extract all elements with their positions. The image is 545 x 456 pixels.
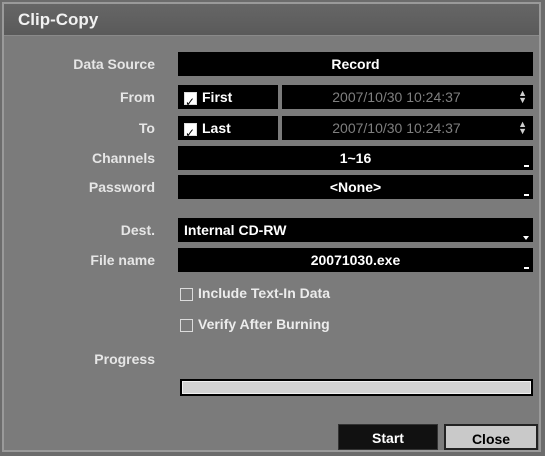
include-text-in-checkbox[interactable] bbox=[180, 287, 193, 301]
from-label: From bbox=[120, 89, 155, 105]
to-datetime-value: 2007/10/30 10:24:37 bbox=[332, 120, 461, 136]
to-label: To bbox=[138, 120, 155, 136]
start-button[interactable]: Start bbox=[338, 424, 438, 450]
edit-caret-icon bbox=[524, 194, 529, 196]
from-datetime-value: 2007/10/30 10:24:37 bbox=[332, 89, 461, 105]
from-first-label: First bbox=[202, 89, 233, 105]
from-first-toggle[interactable]: First bbox=[178, 85, 278, 114]
dest-label: Dest. bbox=[120, 222, 155, 238]
clip-copy-dialog: Clip-Copy Data Source Record From First … bbox=[2, 2, 541, 452]
progress-label: Progress bbox=[94, 351, 155, 367]
password-value: <None> bbox=[329, 179, 382, 195]
verify-after-burning-option[interactable]: Verify After Burning bbox=[180, 314, 330, 334]
edit-caret-icon bbox=[524, 165, 529, 167]
file-name-field[interactable]: 20071030.exe bbox=[178, 248, 533, 272]
verify-after-burning-label: Verify After Burning bbox=[198, 316, 330, 332]
from-first-checkbox[interactable] bbox=[184, 90, 197, 114]
progress-bar bbox=[180, 379, 533, 396]
to-last-toggle[interactable]: Last bbox=[178, 116, 278, 145]
channels-label: Channels bbox=[91, 150, 155, 166]
channels-field[interactable]: 1~16 bbox=[178, 146, 533, 170]
verify-after-burning-checkbox[interactable] bbox=[180, 318, 193, 332]
from-spinner-icon[interactable]: ▲ ▼ bbox=[518, 89, 527, 105]
dest-value: Internal CD-RW bbox=[184, 222, 287, 238]
to-spinner-icon[interactable]: ▲ ▼ bbox=[518, 120, 527, 136]
file-name-value: 20071030.exe bbox=[310, 252, 401, 268]
dest-dropdown[interactable]: Internal CD-RW bbox=[178, 218, 533, 242]
dropdown-arrow-icon bbox=[523, 236, 529, 240]
data-source-field[interactable]: Record bbox=[178, 52, 533, 76]
data-source-label: Data Source bbox=[73, 56, 155, 72]
password-field[interactable]: <None> bbox=[178, 175, 533, 199]
channels-value: 1~16 bbox=[339, 150, 372, 166]
close-button[interactable]: Close bbox=[444, 424, 538, 450]
to-last-label: Last bbox=[202, 120, 231, 136]
dialog-title: Clip-Copy bbox=[4, 4, 539, 36]
data-source-value: Record bbox=[331, 56, 380, 72]
to-last-checkbox[interactable] bbox=[184, 121, 197, 145]
file-name-label: File name bbox=[90, 252, 155, 268]
to-datetime-field[interactable]: 2007/10/30 10:24:37 ▲ ▼ bbox=[282, 116, 533, 140]
password-label: Password bbox=[88, 179, 155, 195]
from-datetime-field[interactable]: 2007/10/30 10:24:37 ▲ ▼ bbox=[282, 85, 533, 109]
edit-caret-icon bbox=[524, 267, 529, 269]
include-text-in-option[interactable]: Include Text-In Data bbox=[180, 283, 330, 303]
include-text-in-label: Include Text-In Data bbox=[198, 285, 330, 301]
